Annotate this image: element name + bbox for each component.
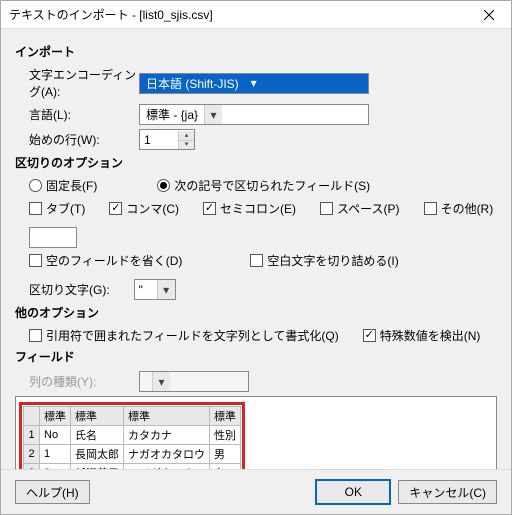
check-space[interactable]: スペース(P) xyxy=(320,200,400,217)
encoding-combo[interactable]: 日本語 (Shift-JIS) ▾ xyxy=(139,73,369,94)
checkbox-icon xyxy=(29,202,42,215)
check-semicolon[interactable]: セミコロン(E) xyxy=(203,200,296,217)
section-other: 他のオプション xyxy=(15,304,497,321)
chevron-down-icon: ▾ xyxy=(204,105,222,124)
check-special[interactable]: 特殊数値を検出(N) xyxy=(363,327,481,344)
checkbox-icon xyxy=(320,202,333,215)
checkbox-icon xyxy=(29,254,42,267)
window-title: テキストのインポート - [list0_sjis.csv] xyxy=(9,6,475,23)
help-button[interactable]: ヘルプ(H) xyxy=(15,480,90,504)
chevron-down-icon: ▾ xyxy=(157,280,175,299)
section-separator: 区切りのオプション xyxy=(15,154,497,171)
radio-delimited[interactable]: 次の記号で区切られたフィールド(S) xyxy=(157,177,370,194)
checkbox-icon xyxy=(250,254,263,267)
other-sep-input[interactable] xyxy=(29,227,77,248)
close-icon xyxy=(484,10,494,20)
cancel-button[interactable]: キャンセル(C) xyxy=(398,480,497,504)
radio-fixed[interactable]: 固定長(F) xyxy=(29,177,97,194)
check-trim[interactable]: 空白文字を切り詰める(I) xyxy=(250,252,398,269)
checkbox-icon xyxy=(29,329,42,342)
startrow-label: 始めの行(W): xyxy=(29,131,139,148)
chevron-up-icon[interactable]: ▴ xyxy=(178,131,194,140)
chevron-down-icon[interactable]: ▾ xyxy=(178,140,194,149)
textdelim-combo[interactable]: ▾ xyxy=(134,279,176,300)
check-quoted[interactable]: 引用符で囲まれたフィールドを文字列として書式化(Q) xyxy=(29,327,339,344)
coltype-combo: ▾ xyxy=(139,371,249,392)
language-combo[interactable]: 標準 - {ja} ▾ xyxy=(139,104,369,125)
radio-circle-icon xyxy=(29,179,42,192)
preview-area[interactable]: 標準標準標準標準1No氏名カタカナ性別21長岡太郎ナガオカタロウ男32新潟花子ニ… xyxy=(15,396,497,469)
checkbox-icon xyxy=(203,202,216,215)
check-tab[interactable]: タブ(T) xyxy=(29,200,85,217)
checkbox-icon xyxy=(109,202,122,215)
close-button[interactable] xyxy=(475,3,503,27)
preview-table: 標準標準標準標準1No氏名カタカナ性別21長岡太郎ナガオカタロウ男32新潟花子ニ… xyxy=(23,406,241,469)
language-label: 言語(L): xyxy=(29,106,139,123)
check-skipempty[interactable]: 空のフィールドを省く(D) xyxy=(29,252,182,269)
preview-highlight-box: 標準標準標準標準1No氏名カタカナ性別21長岡太郎ナガオカタロウ男32新潟花子ニ… xyxy=(19,402,245,469)
section-fields: フィールド xyxy=(15,348,497,365)
section-import: インポート xyxy=(15,43,497,60)
footer: ヘルプ(H) OK キャンセル(C) xyxy=(1,469,511,514)
encoding-label: 文字エンコーディング(A): xyxy=(29,66,139,100)
startrow-input[interactable] xyxy=(140,130,178,149)
chevron-down-icon: ▾ xyxy=(152,372,170,391)
radio-circle-icon xyxy=(157,179,170,192)
checkbox-icon xyxy=(363,329,376,342)
coltype-label: 列の種類(Y): xyxy=(29,373,139,390)
ok-button[interactable]: OK xyxy=(316,480,390,504)
checkbox-icon xyxy=(424,202,437,215)
chevron-down-icon: ▾ xyxy=(245,74,263,93)
check-other[interactable]: その他(R) xyxy=(424,200,494,217)
check-comma[interactable]: コンマ(C) xyxy=(109,200,179,217)
dialog: テキストのインポート - [list0_sjis.csv] インポート 文字エン… xyxy=(0,0,512,515)
titlebar: テキストのインポート - [list0_sjis.csv] xyxy=(1,1,511,29)
startrow-spinner[interactable]: ▴ ▾ xyxy=(139,129,195,150)
content: インポート 文字エンコーディング(A): 日本語 (Shift-JIS) ▾ 言… xyxy=(1,29,511,469)
textdelim-label: 区切り文字(G): xyxy=(29,281,110,298)
